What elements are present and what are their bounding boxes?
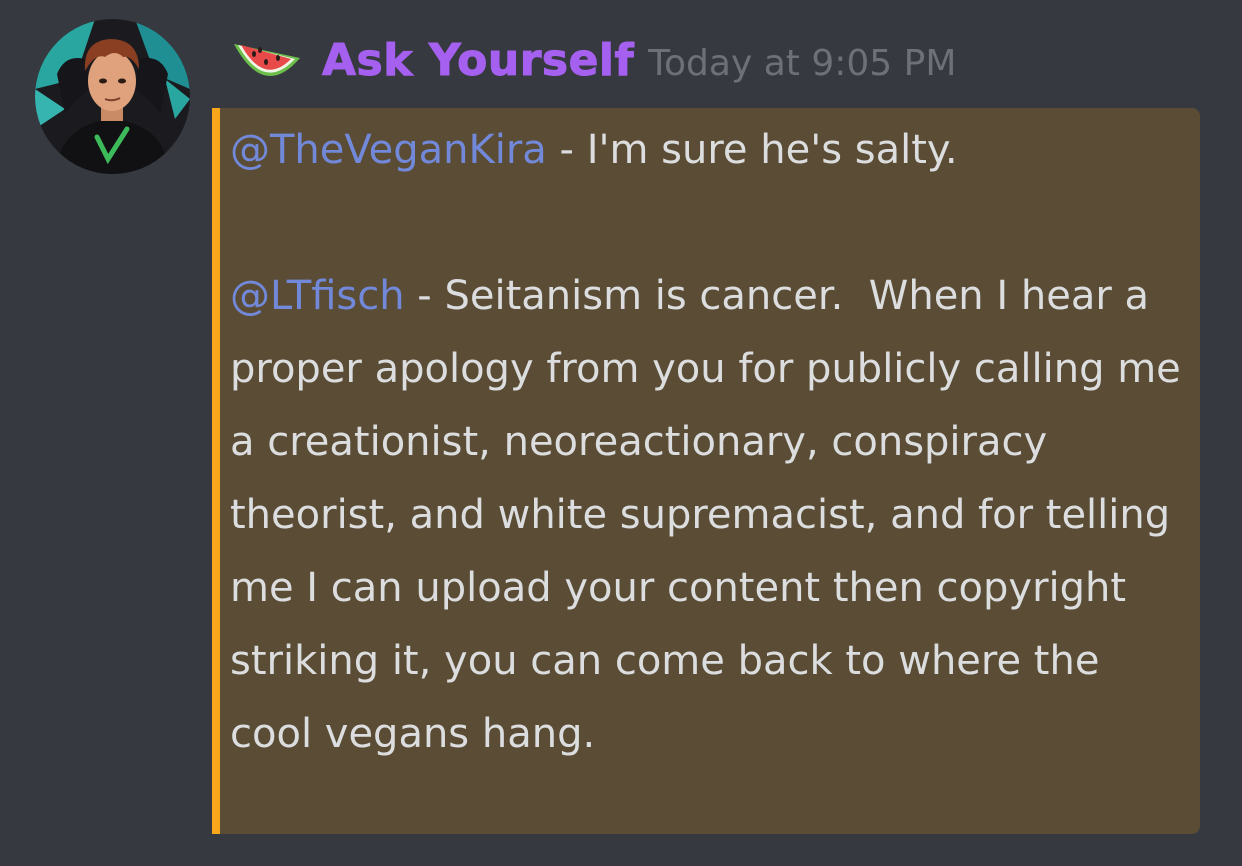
message-header: Ask Yourself Today at 9:05 PM xyxy=(230,26,956,94)
message-paragraph: @LTfisch - Seitanism is cancer. When I h… xyxy=(230,260,1190,771)
message-text: - I'm sure he's salty. xyxy=(546,127,958,173)
watermelon-icon xyxy=(230,30,304,90)
author-username[interactable]: Ask Yourself xyxy=(321,34,634,86)
message-timestamp[interactable]: Today at 9:05 PM xyxy=(648,37,956,84)
user-mention[interactable]: @TheVeganKira xyxy=(230,127,547,173)
message-text: - Seitanism is cancer. When I hear a pro… xyxy=(230,273,1194,757)
user-mention[interactable]: @LTfisch xyxy=(230,273,405,319)
chat-message: Ask Yourself Today at 9:05 PM @TheVeganK… xyxy=(0,0,1242,866)
user-avatar[interactable] xyxy=(35,19,190,174)
message-content: @TheVeganKira - I'm sure he's salty. @LTf… xyxy=(230,114,1190,771)
message-paragraph: @TheVeganKira - I'm sure he's salty. xyxy=(230,114,1190,187)
cartoon-portrait-avatar-icon xyxy=(35,19,190,174)
